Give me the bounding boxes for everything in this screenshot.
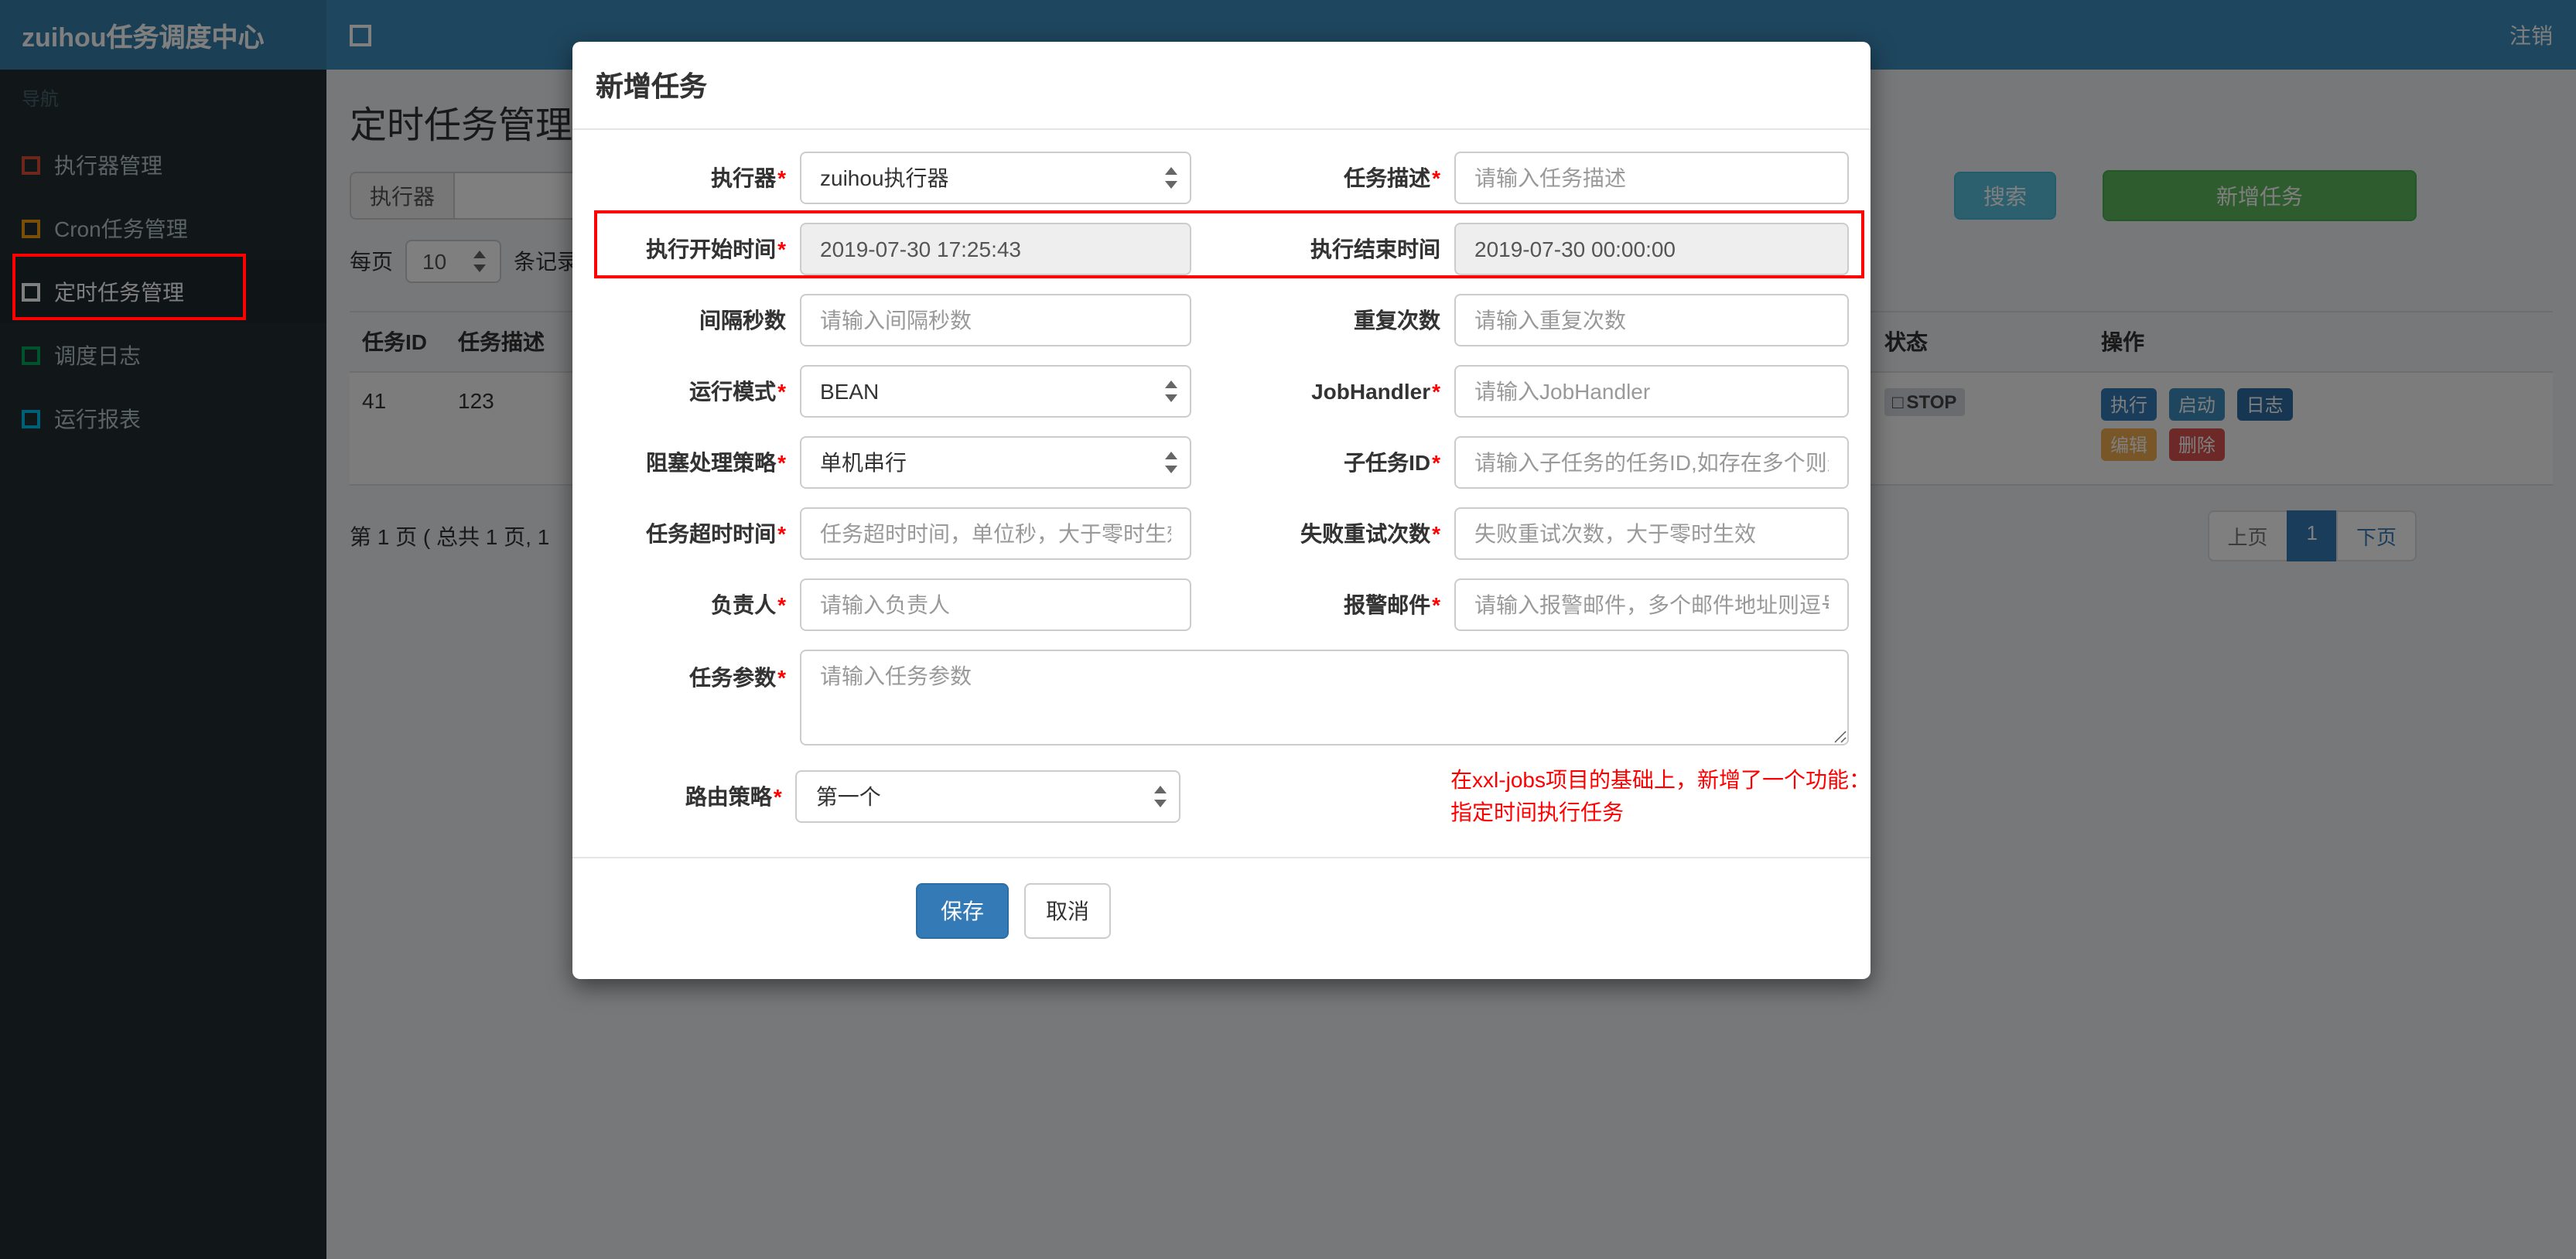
required-marker: * (777, 665, 786, 690)
feature-note-line-2: 指定时间执行任务 (1450, 800, 1625, 824)
row-interval-repeat: 间隔秒数 重复次数 (572, 294, 1871, 346)
executor-select[interactable]: zuihou执行器 (800, 152, 1191, 204)
route-strategy-select-value: 第一个 (815, 784, 881, 809)
task-params-textarea[interactable] (800, 650, 1849, 746)
modal-footer: 保存 取消 (572, 858, 1871, 939)
block-strategy-select[interactable]: 单机串行 (800, 436, 1191, 489)
child-job-input[interactable] (1454, 436, 1849, 489)
required-marker: * (1432, 450, 1440, 475)
required-marker: * (777, 237, 786, 261)
required-marker: * (1432, 521, 1440, 546)
row-task-params: 任务参数 * (572, 650, 1871, 746)
row-route-strategy: 路由策略 * 第一个 在xxl-jobs项目的基础上，新增了一个功能： 指定时间执… (572, 764, 1871, 829)
required-marker: * (777, 450, 786, 475)
end-time-label: 执行结束时间 (1310, 237, 1440, 261)
start-time-input[interactable] (800, 223, 1191, 275)
alarm-email-label: 报警邮件 * (1344, 592, 1440, 617)
job-handler-input[interactable] (1454, 365, 1849, 418)
task-desc-input[interactable] (1454, 152, 1849, 204)
timeout-input[interactable] (800, 507, 1191, 560)
row-blockstrategy-childjob: 阻塞处理策略 * 单机串行 子任务ID * (572, 436, 1871, 489)
required-marker: * (777, 165, 786, 190)
add-task-modal: 新增任务 执行器 * zuihou执行器 任务描述 * 请输入任务描述 执行开始… (572, 42, 1871, 979)
feature-note: 在xxl-jobs项目的基础上，新增了一个功能： 指定时间执行任务 (1450, 764, 1871, 829)
block-strategy-select-value: 单机串行 (820, 450, 907, 475)
row-runmode-jobhandler: 运行模式 * BEAN JobHandler * (572, 365, 1871, 418)
child-job-label: 子任务ID * (1344, 450, 1440, 475)
executor-label: 执行器 * (711, 165, 786, 190)
required-marker: * (773, 784, 782, 809)
app-root: zuihou任务调度中心 注销 导航 执行器管理 Cron任务管理 定时任务管理 (0, 0, 2576, 1259)
required-marker: * (777, 521, 786, 546)
row-executor-desc: 执行器 * zuihou执行器 任务描述 * (572, 152, 1871, 204)
owner-input[interactable] (800, 578, 1191, 631)
run-mode-select[interactable]: BEAN (800, 365, 1191, 418)
interval-label: 间隔秒数 (699, 308, 786, 333)
repeat-label: 重复次数 (1354, 308, 1440, 333)
required-marker: * (1432, 379, 1440, 404)
retry-input[interactable] (1454, 507, 1849, 560)
route-strategy-label: 路由策略 * (685, 784, 782, 809)
modal-body: 执行器* zuihou执行器 任务描述* 执行开始时间* (572, 130, 1871, 939)
row-owner-email: 负责人* 报警邮件* (572, 578, 1871, 631)
executor-select-value: zuihou执行器 (820, 165, 949, 190)
required-marker: * (1432, 592, 1440, 617)
repeat-input[interactable] (1454, 294, 1849, 346)
cancel-button[interactable]: 取消 (1024, 883, 1111, 939)
retry-label: 失败重试次数 * (1300, 521, 1440, 546)
select-arrows-icon (1163, 452, 1179, 473)
run-mode-select-value: BEAN (820, 379, 880, 404)
required-marker: * (1432, 165, 1440, 190)
owner-label: 负责人 * (711, 592, 786, 617)
alarm-email-input[interactable] (1454, 578, 1849, 631)
modal-header: 新增任务 (572, 42, 1871, 130)
modal-title: 新增任务 (596, 71, 707, 102)
select-arrows-icon (1163, 380, 1179, 402)
feature-note-line-1: 在xxl-jobs项目的基础上，新增了一个功能： (1450, 767, 1871, 792)
run-mode-label: 运行模式 * (689, 379, 786, 404)
required-marker: * (777, 592, 786, 617)
select-arrows-icon (1152, 786, 1167, 807)
task-desc-label: 任务描述 * (1344, 165, 1440, 190)
select-arrows-icon (1163, 167, 1179, 189)
end-time-input[interactable] (1454, 223, 1849, 275)
block-strategy-label: 阻塞处理策略 * (646, 450, 786, 475)
start-time-label: 执行开始时间 * (646, 237, 786, 261)
row-start-end-time: 执行开始时间* 执行结束时间 (572, 223, 1871, 275)
row-timeout-retry: 任务超时时间* 失败重试次数* (572, 507, 1871, 560)
route-strategy-select[interactable]: 第一个 (795, 770, 1180, 823)
job-handler-label: JobHandler * (1311, 379, 1440, 404)
interval-input[interactable] (800, 294, 1191, 346)
save-button[interactable]: 保存 (916, 883, 1009, 939)
task-params-label: 任务参数 * (689, 665, 786, 690)
required-marker: * (777, 379, 786, 404)
timeout-label: 任务超时时间 * (646, 521, 786, 546)
